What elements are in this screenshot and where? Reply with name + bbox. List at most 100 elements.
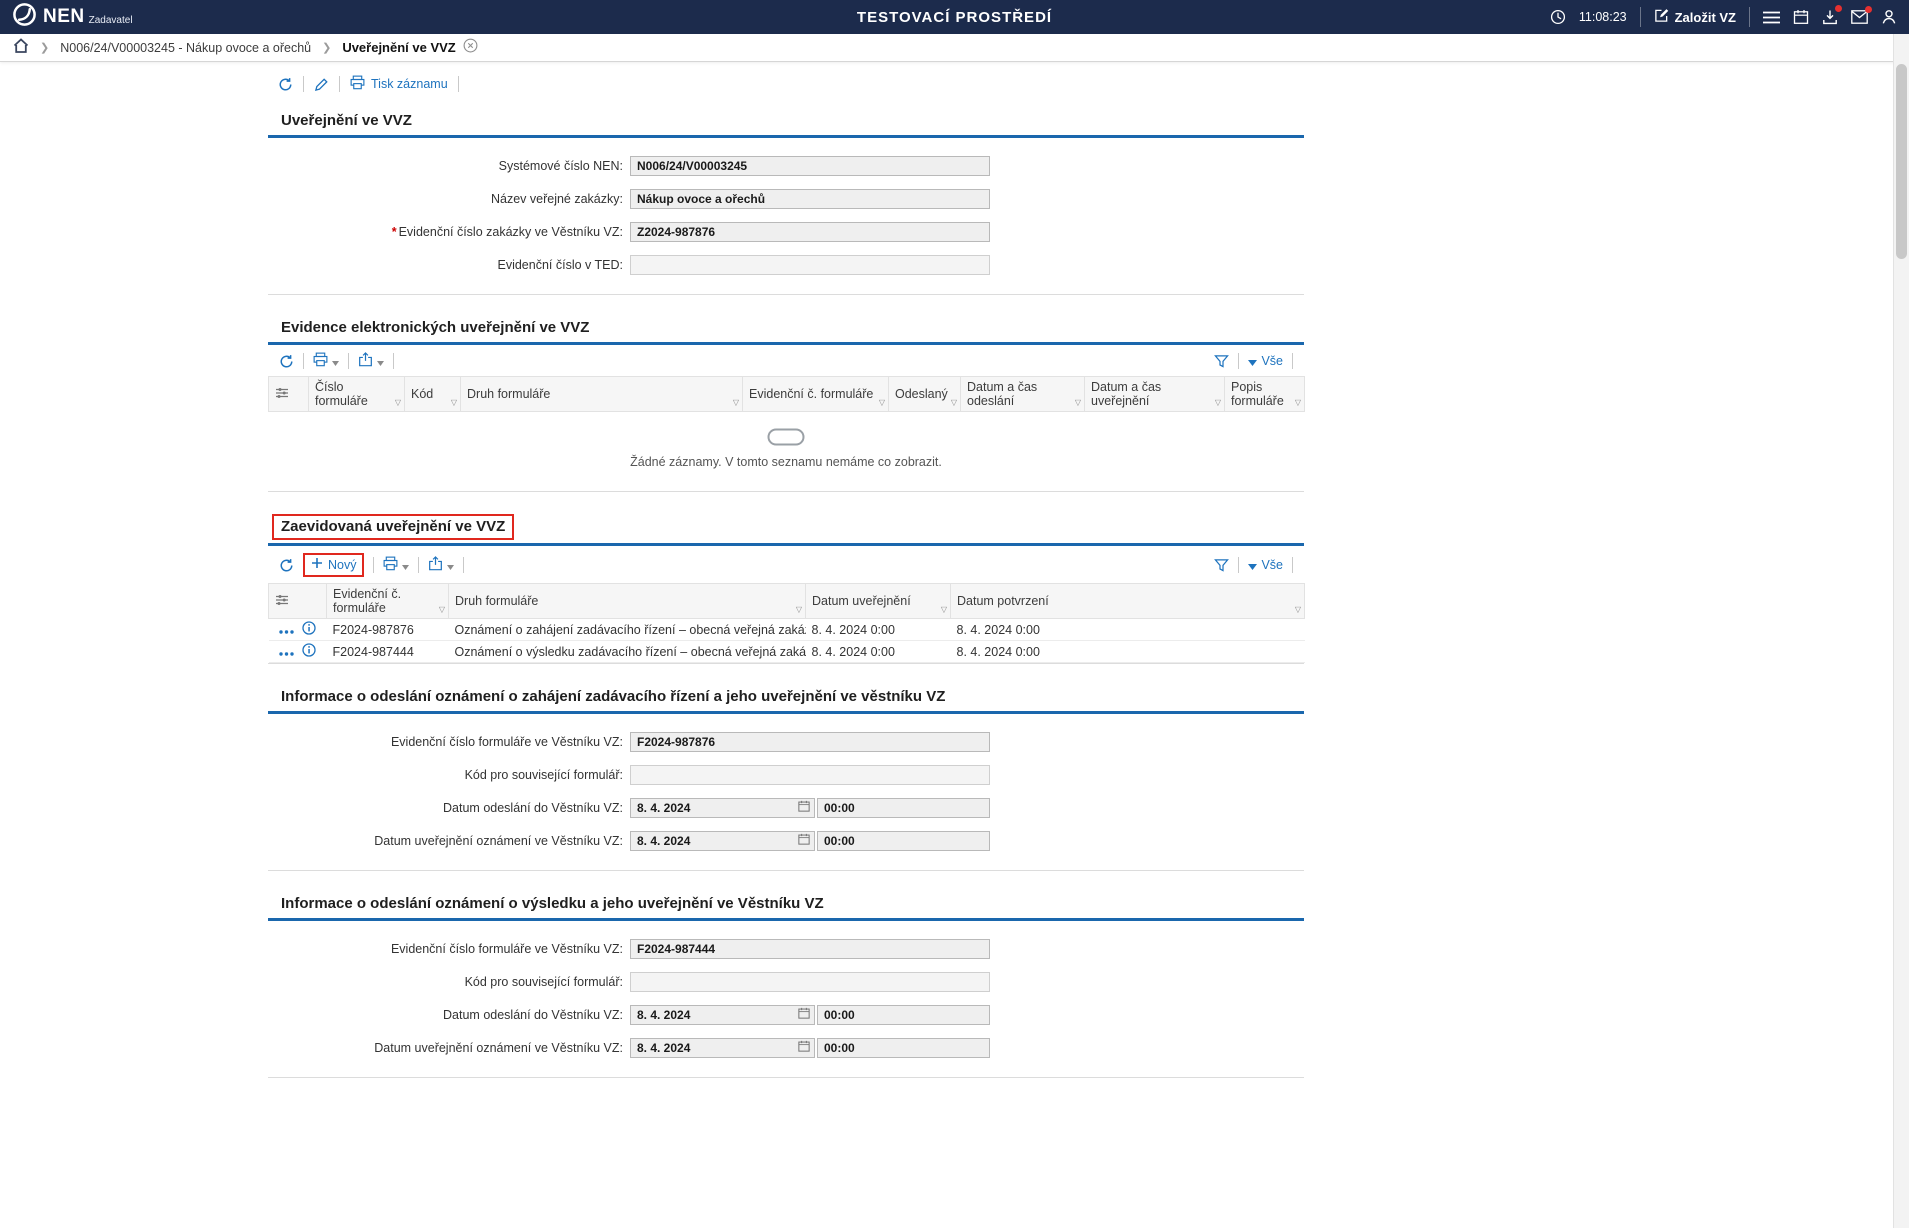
sent-time-field[interactable]: 00:00 [817, 798, 990, 818]
column-header[interactable]: Odeslaný▽ [889, 377, 961, 412]
column-header[interactable]: Druh formuláře ▽ [461, 377, 743, 412]
cell-published-date: 8. 4. 2024 0:00 [806, 619, 951, 641]
calendar-small-icon[interactable] [798, 1040, 810, 1055]
close-tab-icon[interactable] [463, 38, 478, 58]
filter-button[interactable] [1214, 558, 1229, 573]
filter-caret-icon[interactable]: ▽ [1215, 398, 1221, 407]
divider [1640, 7, 1641, 27]
filter-caret-icon[interactable]: ▽ [1295, 398, 1301, 407]
sent-date-field[interactable]: 8. 4. 2024 [630, 798, 815, 818]
filter-caret-icon[interactable]: ▽ [733, 398, 739, 407]
export-menu-button[interactable] [428, 556, 454, 574]
column-header[interactable]: Kód▽ [405, 377, 461, 412]
filter-button[interactable] [1214, 354, 1229, 369]
column-settings-icon[interactable] [269, 584, 327, 619]
export-menu-button[interactable] [358, 352, 384, 370]
column-header[interactable]: Datum potvrzení▽ [951, 584, 1305, 619]
related-code-field[interactable] [630, 972, 990, 992]
divider [1292, 353, 1293, 369]
nen-logo-icon [12, 2, 37, 32]
column-label: Číslo formuláře [315, 380, 368, 408]
ted-number-field[interactable] [630, 255, 990, 275]
calendar-icon[interactable] [1793, 9, 1809, 25]
filter-caret-icon[interactable]: ▽ [941, 605, 947, 614]
column-header[interactable]: Evidenční č. formuláře▽ [743, 377, 889, 412]
published-time-field[interactable]: 00:00 [817, 831, 990, 851]
filter-caret-icon[interactable]: ▽ [1075, 398, 1081, 407]
column-header[interactable]: Datum a čas uveřejnění▽ [1085, 377, 1225, 412]
scrollbar-thumb[interactable] [1896, 64, 1907, 259]
row-info-icon[interactable] [302, 621, 316, 638]
published-date-field[interactable]: 8. 4. 2024 [630, 831, 815, 851]
form-number-field[interactable]: F2024-987444 [630, 939, 990, 959]
view-filter-dropdown[interactable]: Vše [1248, 558, 1283, 573]
sent-time-field[interactable]: 00:00 [817, 1005, 990, 1025]
column-header[interactable]: Datum a čas odeslání▽ [961, 377, 1085, 412]
result-info-form: Evidenční číslo formuláře ve Věstníku VZ… [268, 921, 1304, 1077]
view-filter-label: Vše [1261, 354, 1283, 368]
system-number-field[interactable]: N006/24/V00003245 [630, 156, 990, 176]
section-result-info-title: Informace o odeslání oznámení o výsledku… [268, 887, 1304, 921]
print-record-button[interactable]: Tisk záznamu [350, 75, 448, 93]
column-header[interactable]: Číslo formuláře ▽ [309, 377, 405, 412]
nen-home-link[interactable]: NEN Zadavatel [12, 2, 133, 32]
column-header[interactable]: Evidenční č. formuláře▽ [327, 584, 449, 619]
calendar-small-icon[interactable] [798, 1007, 810, 1022]
edit-button[interactable] [314, 77, 329, 92]
published-date-field[interactable]: 8. 4. 2024 [630, 1038, 815, 1058]
column-header[interactable]: Druh formuláře▽ [449, 584, 806, 619]
refresh-button[interactable] [278, 77, 293, 92]
column-label: Druh formuláře [467, 387, 550, 401]
home-icon[interactable] [13, 38, 29, 58]
column-header[interactable]: Popis formuláře▽ [1225, 377, 1305, 412]
filter-caret-icon[interactable]: ▽ [1295, 605, 1301, 614]
form-row: Datum odeslání do Věstníku VZ: 8. 4. 202… [268, 998, 1304, 1031]
row-menu-icon[interactable] [279, 623, 294, 637]
column-label: Datum uveřejnění [812, 594, 911, 608]
sent-date-field[interactable]: 8. 4. 2024 [630, 1005, 815, 1025]
contract-name-field[interactable]: Nákup ovoce a ořechů [630, 189, 990, 209]
breadcrumb-item-contract[interactable]: N006/24/V00003245 - Nákup ovoce a ořechů [60, 41, 311, 55]
divider [393, 353, 394, 369]
column-settings-icon[interactable] [269, 377, 309, 412]
refresh-button[interactable] [279, 354, 294, 369]
table-row[interactable]: F2024-987876 Oznámení o zahájení zadávac… [269, 619, 1305, 641]
messages-icon[interactable] [1851, 10, 1868, 24]
refresh-button[interactable] [279, 558, 294, 573]
field-label: Kód pro související formulář: [268, 975, 630, 989]
breadcrumb-item-active[interactable]: Uveřejnění ve VVZ [342, 38, 477, 58]
print-menu-button[interactable] [313, 352, 339, 370]
filter-caret-icon[interactable]: ▽ [451, 398, 457, 407]
print-menu-button[interactable] [383, 556, 409, 574]
filter-caret-icon[interactable]: ▽ [395, 398, 401, 407]
menu-icon[interactable] [1763, 11, 1780, 24]
field-label: Systémové číslo NEN: [268, 159, 630, 173]
downloads-icon[interactable] [1822, 9, 1838, 25]
section-registered: Zaevidovaná uveřejnění ve VVZ Nový [268, 508, 1304, 664]
view-filter-dropdown[interactable]: Vše [1248, 354, 1283, 369]
top-header-bar: NEN Zadavatel TESTOVACÍ PROSTŘEDÍ 11:08:… [0, 0, 1909, 34]
filter-caret-icon[interactable]: ▽ [439, 605, 445, 614]
create-vz-button[interactable]: Založit VZ [1654, 8, 1736, 26]
calendar-small-icon[interactable] [798, 833, 810, 848]
table-row[interactable]: F2024-987444 Oznámení o výsledku zadávac… [269, 641, 1305, 663]
filter-caret-icon[interactable]: ▽ [796, 605, 802, 614]
evidence-header-row: Číslo formuláře ▽ Kód▽ Druh formuláře ▽ Ev… [269, 377, 1305, 412]
form-row: Evidenční číslo v TED: [268, 248, 1304, 281]
published-time-field[interactable]: 00:00 [817, 1038, 990, 1058]
row-info-icon[interactable] [302, 643, 316, 660]
form-number-field[interactable]: F2024-987876 [630, 732, 990, 752]
calendar-small-icon[interactable] [798, 800, 810, 815]
column-header[interactable]: Datum uveřejnění ▽ [806, 584, 951, 619]
form-row: Datum odeslání do Věstníku VZ: 8. 4. 202… [268, 791, 1304, 824]
row-menu-icon[interactable] [279, 645, 294, 659]
vertical-scrollbar[interactable] [1893, 34, 1909, 1228]
edit-square-icon [1654, 8, 1669, 26]
related-code-field[interactable] [630, 765, 990, 785]
chevron-right-icon: ❯ [40, 41, 49, 54]
new-button[interactable]: Nový [303, 553, 364, 577]
user-icon[interactable] [1881, 9, 1897, 25]
filter-caret-icon[interactable]: ▽ [879, 398, 885, 407]
vvz-number-field[interactable]: Z2024-987876 [630, 222, 990, 242]
filter-caret-icon[interactable]: ▽ [951, 398, 957, 407]
